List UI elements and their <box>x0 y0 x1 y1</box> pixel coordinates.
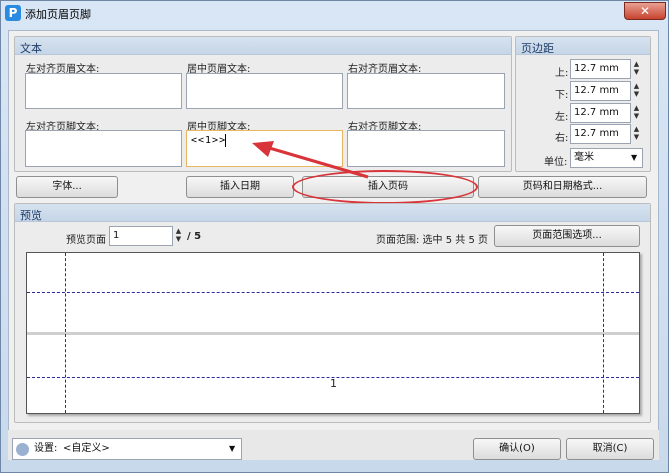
left-margin-spinner[interactable]: ▲ ▼ <box>631 104 642 122</box>
cancel-button[interactable]: 取消(C) <box>566 438 654 460</box>
preview-footer-page-number: 1 <box>330 377 337 390</box>
text-group-title: 文本 <box>20 42 42 55</box>
unit-label: 单位: <box>544 157 568 168</box>
bottom-margin-input[interactable]: 12.7 mm <box>570 81 631 101</box>
left-header-input[interactable] <box>25 73 182 109</box>
text-caret <box>225 134 226 147</box>
left-margin-label: 左: <box>555 112 569 123</box>
bottom-margin-spinner[interactable]: ▲ ▼ <box>631 82 642 100</box>
bottom-margin-label: 下: <box>555 90 569 101</box>
right-margin-input[interactable]: 12.7 mm <box>570 124 631 144</box>
settings-label: 设置: <box>34 443 58 454</box>
top-margin-spinner[interactable]: ▲ ▼ <box>631 60 642 78</box>
app-logo-icon: P <box>5 5 21 21</box>
preview-group-title: 预览 <box>20 209 42 222</box>
left-footer-input[interactable] <box>25 130 182 167</box>
settings-select[interactable]: 设置: <自定义> ▼ <box>12 438 242 460</box>
dialog-title: 添加页眉页脚 <box>25 8 91 21</box>
right-header-input[interactable] <box>347 73 505 109</box>
preview-page-label: 预览页面 <box>66 235 106 246</box>
ok-button[interactable]: 确认(O) <box>473 438 561 460</box>
right-margin-spinner[interactable]: ▲ ▼ <box>631 125 642 143</box>
right-margin-label: 右: <box>555 133 569 144</box>
top-margin-input[interactable]: 12.7 mm <box>570 59 631 79</box>
left-margin-input[interactable]: 12.7 mm <box>570 103 631 123</box>
font-button[interactable]: 字体... <box>16 176 118 198</box>
header-margin-line <box>27 292 639 293</box>
page-break-divider <box>27 332 639 335</box>
settings-value: <自定义> <box>63 443 110 454</box>
annotation-arrow <box>252 141 369 179</box>
center-footer-value: <<1>> <box>191 135 227 146</box>
text-group-header <box>15 37 511 55</box>
chevron-down-icon: ▼ <box>229 444 236 453</box>
gear-icon <box>16 443 29 456</box>
title-bar: P 添加页眉页脚 ✕ <box>1 1 669 27</box>
page-range-text: 页面范围: 选中 5 共 5 页 <box>376 235 488 246</box>
page-date-format-button[interactable]: 页码和日期格式... <box>478 176 647 198</box>
preview-total-pages: / 5 <box>187 231 202 242</box>
center-header-input[interactable] <box>186 73 343 109</box>
left-margin-line <box>65 253 66 413</box>
preview-page: 1 <box>26 252 640 414</box>
preview-group-header <box>15 204 650 222</box>
page-range-options-button[interactable]: 页面范围选项... <box>494 225 640 247</box>
unit-select[interactable]: 毫米 ▼ <box>570 148 643 168</box>
right-margin-line <box>603 253 604 413</box>
margins-group-title: 页边距 <box>521 42 554 55</box>
preview-page-input[interactable]: 1 <box>109 226 173 246</box>
unit-select-value: 毫米 <box>574 152 594 163</box>
close-button[interactable]: ✕ <box>624 2 666 20</box>
preview-page-spinner[interactable]: ▲ ▼ <box>173 227 184 245</box>
top-margin-label: 上: <box>555 68 569 79</box>
chevron-down-icon: ▼ <box>631 153 638 162</box>
